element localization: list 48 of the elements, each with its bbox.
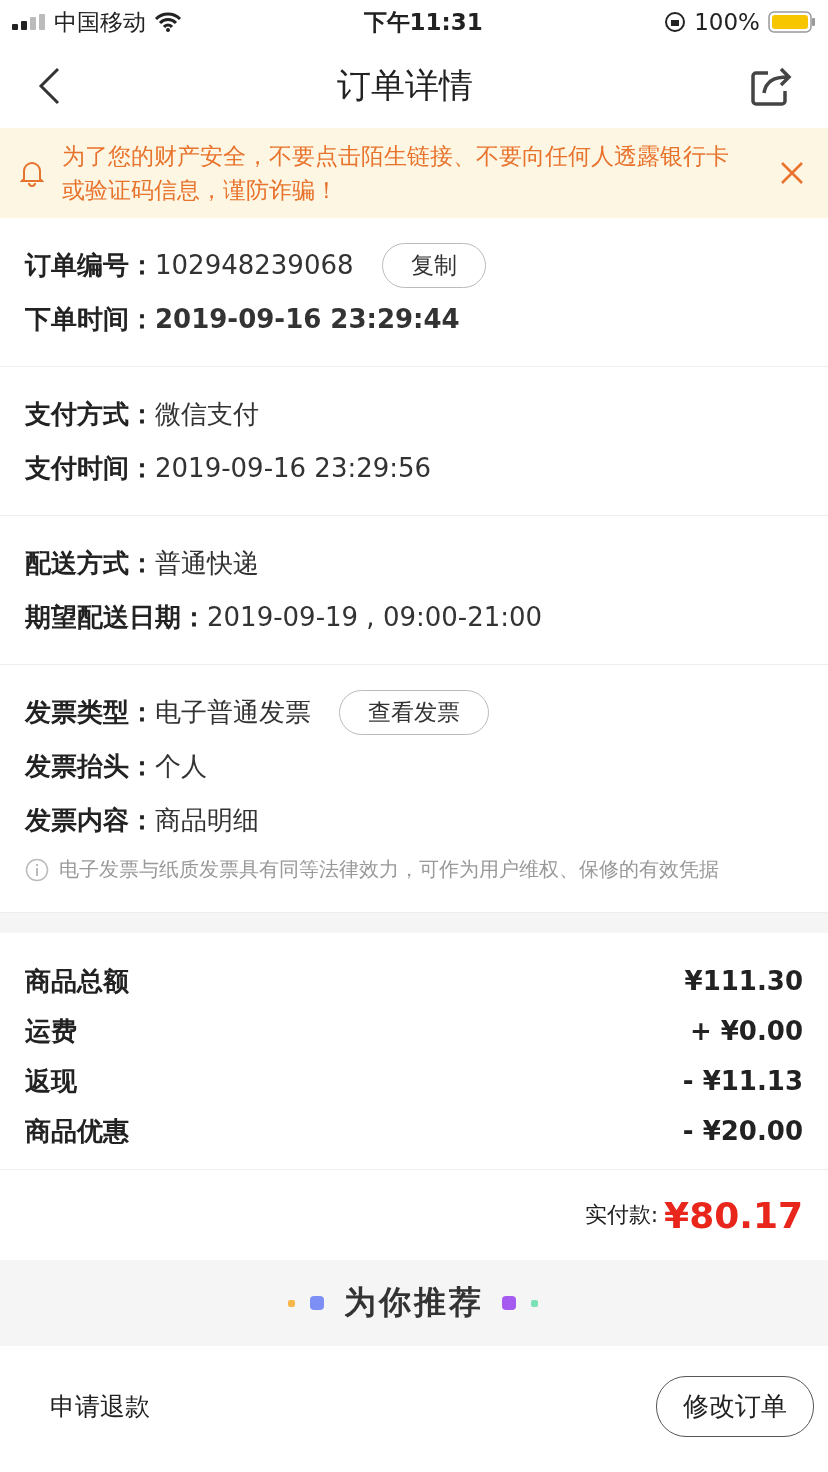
total-amount: - ¥20.00: [682, 1116, 803, 1146]
total-amount: - ¥11.13: [682, 1066, 803, 1096]
field-label: 配送方式：: [25, 546, 155, 580]
field-value: 2019-09-16 23:29:56: [155, 453, 432, 483]
field-value: 个人: [155, 749, 207, 783]
total-label: 商品总额: [25, 964, 129, 998]
total-label: 运费: [25, 1014, 77, 1048]
signal-icon: [12, 14, 46, 30]
field-value: 微信支付: [155, 397, 259, 431]
field-label: 订单编号：: [25, 248, 155, 282]
field-value: 商品明细: [155, 803, 259, 837]
info-icon: [25, 857, 49, 882]
field-label: 发票抬头：: [25, 749, 155, 783]
bell-icon: [20, 159, 44, 187]
field-label: 下单时间：: [25, 302, 155, 336]
action-button[interactable]: 查看发票: [339, 689, 489, 735]
battery-icon: [768, 11, 816, 33]
field-label: 发票内容：: [25, 803, 155, 837]
clock-time: 下午11:31: [363, 7, 483, 37]
invoice-note: 电子发票与纸质发票具有同等法律效力，可作为用户维权、保修的有效凭据: [59, 856, 719, 883]
field-label: 期望配送日期：: [25, 600, 207, 634]
field-label: 支付方式：: [25, 397, 155, 431]
carrier-name: 中国移动: [54, 7, 146, 37]
total-label: 商品优惠: [25, 1114, 129, 1148]
battery-percent: 100%: [694, 9, 760, 35]
refund-link[interactable]: 申请退款: [50, 1389, 150, 1423]
dots-icon: [288, 1295, 326, 1311]
field-value: 电子普通发票: [155, 695, 311, 729]
paid-amount: ¥80.17: [664, 1194, 803, 1236]
action-button[interactable]: 复制: [381, 242, 486, 288]
field-label: 支付时间：: [25, 451, 155, 485]
share-icon[interactable]: [750, 65, 792, 107]
total-amount: ¥111.30: [684, 966, 803, 996]
page-title: 订单详情: [337, 64, 473, 107]
back-icon[interactable]: [38, 67, 60, 105]
field-value: 普通快递: [155, 546, 259, 580]
total-amount: + ¥0.00: [689, 1016, 803, 1046]
paid-label: 实付款:: [584, 1201, 659, 1229]
wifi-icon: [154, 12, 182, 32]
field-value: 102948239068: [155, 250, 354, 280]
field-value: 2019-09-19 , 09:00-21:00: [207, 602, 543, 632]
total-label: 返现: [25, 1064, 77, 1098]
field-label: 发票类型：: [25, 695, 155, 729]
field-value: 2019-09-16 23:29:44: [155, 304, 460, 334]
dots-icon: [502, 1295, 540, 1311]
modify-order-button[interactable]: 修改订单: [656, 1375, 814, 1437]
recommend-title: 为你推荐: [344, 1282, 484, 1323]
notice-text: 为了您的财产安全，不要点击陌生链接、不要向任何人透露银行卡或验证码信息，谨防诈骗！: [62, 142, 730, 205]
